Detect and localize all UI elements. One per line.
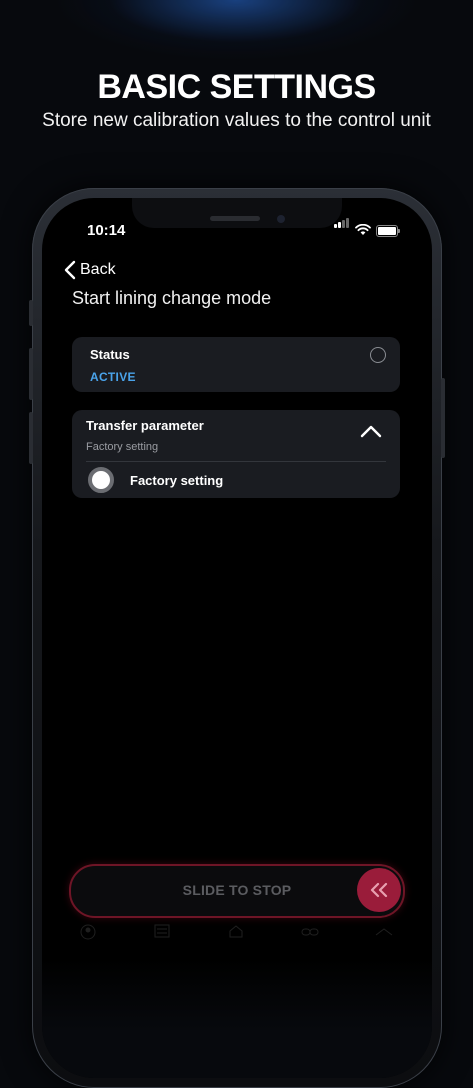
factory-setting-radio[interactable] — [88, 467, 114, 493]
back-button[interactable]: Back — [64, 256, 116, 284]
tab-home[interactable] — [206, 924, 266, 943]
tab-tools[interactable] — [354, 924, 414, 942]
speaker — [210, 216, 260, 221]
slide-to-stop-slider[interactable]: SLIDE TO STOP — [69, 864, 405, 918]
double-chevron-left-icon — [370, 882, 388, 898]
tab-person[interactable] — [58, 924, 118, 945]
bottom-fade — [42, 958, 432, 1078]
chevron-up-icon[interactable] — [360, 424, 382, 438]
wifi-icon — [355, 224, 371, 235]
tab-link[interactable] — [280, 924, 340, 942]
parameter-selected-value: Factory setting — [86, 441, 159, 453]
page-title: Start lining change mode — [72, 288, 272, 308]
parameter-title: Transfer parameter — [86, 418, 204, 433]
status-value: ACTIVE — [90, 370, 136, 384]
slider-label: SLIDE TO STOP — [182, 882, 292, 898]
phone-screen: 10:14 Back Start lining change mode Stat… — [42, 198, 432, 1078]
tools-icon — [375, 928, 393, 936]
person-icon — [80, 924, 96, 940]
status-card: Status ACTIVE — [72, 337, 400, 392]
home-icon — [229, 925, 243, 938]
notch — [132, 198, 342, 228]
camera-icon — [277, 215, 285, 223]
hero-title: BASIC SETTINGS — [97, 68, 376, 106]
list-icon — [154, 924, 170, 938]
status-label: Status — [90, 347, 130, 362]
link-icon — [301, 928, 319, 936]
status-time: 10:14 — [87, 222, 126, 239]
battery-icon — [376, 225, 400, 237]
tab-list[interactable] — [132, 924, 192, 943]
chevron-left-icon — [64, 260, 76, 280]
transfer-parameter-card: Transfer parameter Factory setting Facto… — [72, 410, 400, 498]
slider-knob[interactable] — [357, 868, 401, 912]
back-label: Back — [80, 261, 116, 278]
status-indicator — [370, 347, 386, 363]
option-label[interactable]: Factory setting — [130, 473, 223, 488]
divider — [86, 461, 386, 462]
hero-subtitle: Store new calibration values to the cont… — [42, 110, 431, 131]
